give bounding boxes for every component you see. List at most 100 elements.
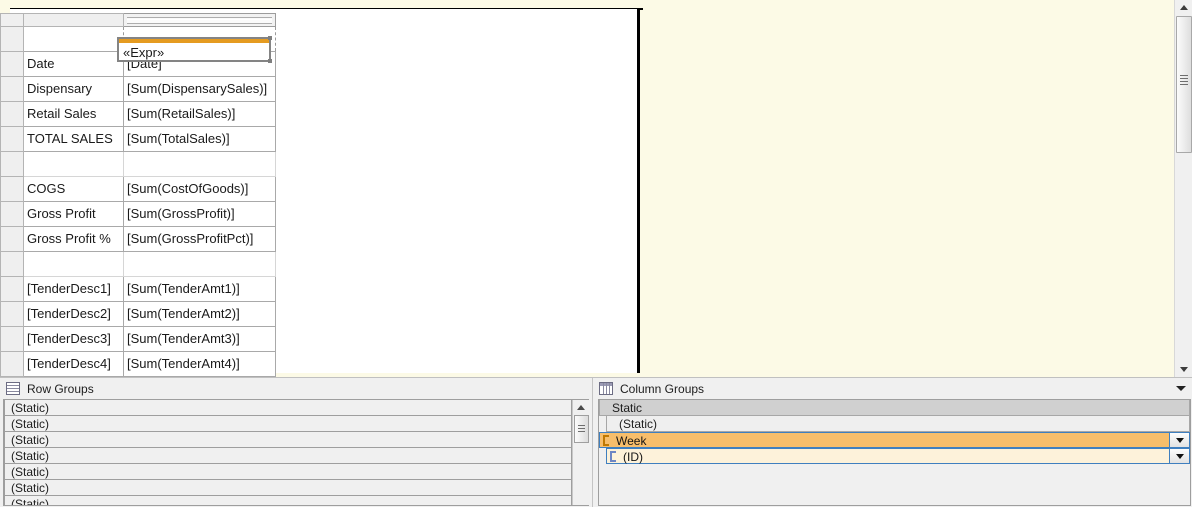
list-item-week[interactable]: Week	[599, 432, 1190, 448]
row-handle[interactable]	[0, 101, 24, 127]
column-group-label: Week	[616, 434, 647, 448]
table-row: [TenderDesc3] [Sum(TenderAmt3)]	[0, 326, 276, 352]
list-item[interactable]: (Static)	[4, 448, 572, 464]
row-handle[interactable]	[0, 126, 24, 152]
chevron-up-icon	[577, 404, 585, 410]
tablix-cell-label[interactable]: Retail Sales	[23, 101, 124, 127]
table-row-spacer	[0, 151, 276, 177]
report-designer-window: Date [Date] Dispensary [Sum(DispensarySa…	[0, 0, 1192, 507]
list-item[interactable]: Static	[599, 400, 1190, 416]
row-groups-pane: Row Groups (Static) (Static) (Static) (S…	[0, 378, 592, 507]
scrollbar-thumb[interactable]	[574, 415, 589, 443]
list-item[interactable]: (Static)	[4, 416, 572, 432]
list-item[interactable]: (Static)	[4, 496, 572, 505]
chevron-down-icon	[1179, 367, 1188, 372]
row-groups-body[interactable]: (Static) (Static) (Static) (Static) (Sta…	[3, 399, 589, 506]
table-row: [TenderDesc4] [Sum(TenderAmt4)]	[0, 351, 276, 377]
row-handle[interactable]	[0, 251, 24, 277]
tablix-cell-label[interactable]: COGS	[23, 176, 124, 202]
scrollbar-thumb[interactable]	[1176, 16, 1192, 153]
tablix-cell-label[interactable]: Gross Profit	[23, 201, 124, 227]
chevron-down-icon	[1175, 437, 1184, 443]
row-handle[interactable]	[0, 76, 24, 102]
tablix-cell-label[interactable]: [TenderDesc4]	[23, 351, 124, 377]
row-handle[interactable]	[0, 351, 24, 377]
tablix-column-handle-2[interactable]	[123, 13, 276, 27]
row-groups-scrollbar[interactable]	[572, 400, 589, 505]
design-vertical-scrollbar[interactable]	[1174, 0, 1192, 377]
tablix-cell-value[interactable]: [Sum(GrossProfitPct)]	[123, 226, 276, 252]
row-handle[interactable]	[0, 276, 24, 302]
tablix-cell-value[interactable]: [Sum(TenderAmt2)]	[123, 301, 276, 327]
expression-placeholder-text: «Expr»	[123, 45, 165, 60]
tablix-cell-value[interactable]: [Sum(TenderAmt1)]	[123, 276, 276, 302]
column-group-label: Static	[612, 401, 643, 415]
tablix-cell-value[interactable]: [Sum(RetailSales)]	[123, 101, 276, 127]
tablix-cell-label[interactable]: Gross Profit %	[23, 226, 124, 252]
column-groups-title: Column Groups	[620, 381, 705, 396]
table-row: Gross Profit % [Sum(GrossProfitPct)]	[0, 226, 276, 252]
tablix-cell-value[interactable]: [Sum(TenderAmt3)]	[123, 326, 276, 352]
grouping-pane: Row Groups (Static) (Static) (Static) (S…	[0, 377, 1192, 507]
list-item-id[interactable]: (ID)	[606, 448, 1190, 464]
row-handle[interactable]	[0, 151, 24, 177]
tablix-cell-value[interactable]: [Sum(DispensarySales)]	[123, 76, 276, 102]
row-handle[interactable]	[0, 201, 24, 227]
row-handle[interactable]	[0, 226, 24, 252]
tablix-cell-label[interactable]	[23, 251, 124, 277]
tablix-corner-handle[interactable]	[0, 13, 24, 27]
report-design-surface[interactable]: Date [Date] Dispensary [Sum(DispensarySa…	[0, 0, 1192, 377]
list-item[interactable]: (Static)	[4, 480, 572, 496]
table-row: Dispensary [Sum(DispensarySales)]	[0, 76, 276, 102]
list-item[interactable]: (Static)	[4, 400, 572, 416]
tablix-table: Date [Date] Dispensary [Sum(DispensarySa…	[0, 13, 276, 377]
tablix-cell-label[interactable]: [TenderDesc3]	[23, 326, 124, 352]
tablix-matrix[interactable]: Date [Date] Dispensary [Sum(DispensarySa…	[0, 13, 276, 377]
column-groups-body[interactable]: Static (Static) Week (ID)	[598, 399, 1191, 506]
scrollbar-grip-icon	[1180, 75, 1188, 85]
column-group-label: (Static)	[619, 417, 658, 431]
list-item[interactable]: (Static)	[4, 432, 572, 448]
tablix-cell-label[interactable]: [TenderDesc2]	[23, 301, 124, 327]
chevron-down-icon[interactable]	[1176, 386, 1186, 391]
column-group-dropdown-button[interactable]	[1169, 433, 1189, 447]
tablix-cell-value[interactable]: [Sum(TotalSales)]	[123, 126, 276, 152]
row-group-label: (Static)	[11, 433, 50, 447]
scroll-up-button[interactable]	[573, 400, 589, 414]
selected-expression-cell[interactable]: «Expr»	[117, 36, 272, 63]
tablix-cell-label[interactable]: TOTAL SALES	[23, 126, 124, 152]
tablix-cell-value[interactable]: [Sum(GrossProfit)]	[123, 201, 276, 227]
row-handle[interactable]	[0, 176, 24, 202]
column-group-dropdown-button[interactable]	[1169, 449, 1189, 463]
row-handle[interactable]	[0, 301, 24, 327]
row-handle[interactable]	[0, 26, 24, 52]
tablix-cell-label[interactable]: Dispensary	[23, 76, 124, 102]
list-item[interactable]: (Static)	[606, 416, 1190, 432]
list-item[interactable]: (Static)	[4, 464, 572, 480]
column-group-label: (ID)	[623, 450, 643, 464]
scroll-up-button[interactable]	[1175, 0, 1192, 15]
tablix-cell-label[interactable]: [TenderDesc1]	[23, 276, 124, 302]
resize-handle-bottom-right[interactable]	[268, 59, 272, 63]
resize-handle-top-right[interactable]	[268, 36, 272, 40]
row-group-label: (Static)	[11, 417, 50, 431]
column-groups-header: Column Groups	[593, 378, 1192, 399]
tablix-column-handle-1[interactable]	[23, 13, 124, 27]
tablix-cell-label[interactable]	[23, 151, 124, 177]
tablix-cell-value[interactable]	[123, 251, 276, 277]
row-groups-icon	[6, 382, 20, 395]
column-resize-grip-icon[interactable]	[127, 17, 272, 24]
scroll-down-button[interactable]	[1175, 362, 1192, 377]
tablix-cell-value[interactable]: [Sum(TenderAmt4)]	[123, 351, 276, 377]
chevron-up-icon	[1179, 5, 1188, 10]
row-handle[interactable]	[0, 326, 24, 352]
row-group-label: (Static)	[11, 465, 50, 479]
row-handle[interactable]	[0, 51, 24, 77]
tablix-cell-value[interactable]: [Sum(CostOfGoods)]	[123, 176, 276, 202]
row-group-label: (Static)	[11, 401, 50, 415]
tablix-cell-value[interactable]	[123, 151, 276, 177]
tablix-cell-label[interactable]	[23, 26, 124, 52]
tablix-cell-label[interactable]: Date	[23, 51, 124, 77]
table-row: TOTAL SALES [Sum(TotalSales)]	[0, 126, 276, 152]
table-row: COGS [Sum(CostOfGoods)]	[0, 176, 276, 202]
